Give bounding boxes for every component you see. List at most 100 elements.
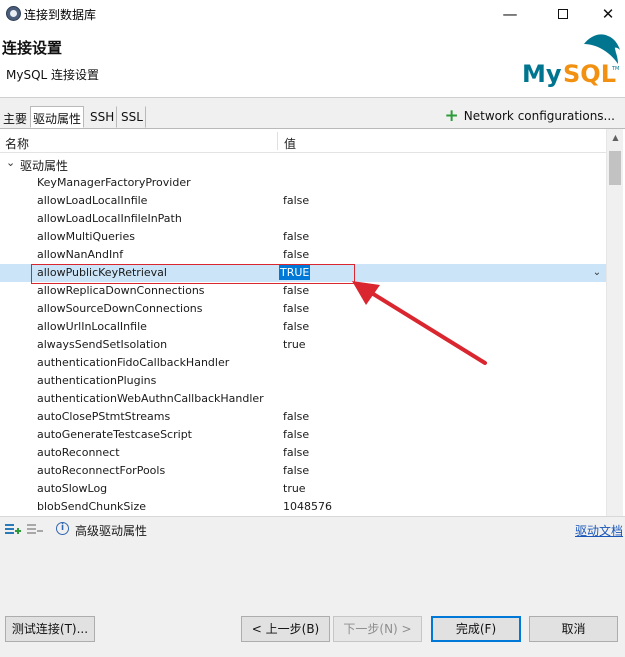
- column-divider[interactable]: [277, 132, 278, 150]
- table-row[interactable]: allowNanAndInf false: [0, 246, 606, 264]
- property-name: autoGenerateTestcaseScript: [37, 428, 192, 441]
- scroll-thumb[interactable]: [609, 151, 621, 185]
- table-row[interactable]: autoGenerateTestcaseScript false: [0, 426, 606, 444]
- property-value-editor[interactable]: TRUE: [279, 265, 311, 280]
- property-rows: KeyManagerFactoryProvider allowLoadLocal…: [0, 174, 606, 516]
- annotation-arrow: [352, 281, 487, 365]
- property-name: allowUrlInLocalInfile: [37, 320, 147, 333]
- table-row[interactable]: allowLoadLocalInfileInPath: [0, 210, 606, 228]
- table-row[interactable]: allowUrlInLocalInfile false: [0, 318, 606, 336]
- property-name: autoReconnect: [37, 446, 120, 459]
- maximize-button[interactable]: [540, 0, 586, 28]
- property-name: allowNanAndInf: [37, 248, 124, 261]
- table-row[interactable]: allowMultiQueries false: [0, 228, 606, 246]
- property-value[interactable]: false: [283, 410, 309, 423]
- property-name: authenticationFidoCallbackHandler: [37, 356, 230, 369]
- table-row[interactable]: autoClosePStmtStreams false: [0, 408, 606, 426]
- property-value[interactable]: 1048576: [283, 500, 332, 513]
- property-value[interactable]: false: [283, 428, 309, 441]
- property-name: autoSlowLog: [37, 482, 108, 495]
- mysql-logo: My SQL TM: [522, 34, 620, 88]
- table-row[interactable]: blobSendChunkSize 1048576: [0, 498, 606, 516]
- property-name: authenticationPlugins: [37, 374, 157, 387]
- test-connection-button[interactable]: 测试连接(T)...: [5, 616, 95, 642]
- tab-driver-properties[interactable]: 驱动属性: [30, 106, 85, 128]
- driver-documentation-link[interactable]: 驱动文档: [575, 522, 623, 539]
- maximize-icon: [558, 9, 568, 19]
- property-name: allowPublicKeyRetrieval: [37, 266, 167, 279]
- property-name: autoReconnectForPools: [37, 464, 166, 477]
- info-icon: i: [56, 522, 69, 535]
- property-name: KeyManagerFactoryProvider: [37, 176, 191, 189]
- property-name: allowLoadLocalInfileInPath: [37, 212, 182, 225]
- connection-settings-header: 连接设置 MySQL 连接设置 My SQL TM: [0, 28, 625, 98]
- table-row[interactable]: authenticationPlugins: [0, 372, 606, 390]
- scroll-up-icon[interactable]: ▲: [607, 129, 624, 146]
- property-value[interactable]: false: [283, 230, 309, 243]
- add-property-icon[interactable]: [4, 521, 22, 537]
- property-value[interactable]: false: [283, 194, 309, 207]
- property-name: allowReplicaDownConnections: [37, 284, 205, 297]
- network-configurations-button[interactable]: + Network configurations...: [444, 106, 615, 126]
- table-row-selected[interactable]: allowPublicKeyRetrieval TRUE ⌄: [0, 264, 606, 284]
- table-row[interactable]: alwaysSendSetIsolation true: [0, 336, 606, 354]
- minimize-icon: —: [502, 5, 518, 23]
- app-icon: [6, 6, 21, 21]
- cancel-button[interactable]: 取消: [529, 616, 618, 642]
- table-row[interactable]: autoReconnect false: [0, 444, 606, 462]
- mysql-logo-tm: TM: [611, 66, 619, 72]
- property-name: allowSourceDownConnections: [37, 302, 203, 315]
- property-name: allowMultiQueries: [37, 230, 135, 243]
- table-row[interactable]: allowReplicaDownConnections false: [0, 282, 606, 300]
- driver-properties-panel: 名称 值 ⌄ 驱动属性 KeyManagerFactoryProvider al…: [0, 128, 625, 517]
- tab-ssh[interactable]: SSH: [87, 106, 118, 128]
- minimize-button[interactable]: —: [487, 0, 533, 28]
- title-bar: 连接到数据库 — ✕: [0, 0, 625, 28]
- property-value[interactable]: false: [283, 248, 309, 261]
- table-row[interactable]: authenticationFidoCallbackHandler: [0, 354, 606, 372]
- property-value[interactable]: false: [283, 320, 309, 333]
- advanced-driver-properties-label: 高级驱动属性: [75, 524, 148, 538]
- column-header-name[interactable]: 名称: [5, 135, 29, 152]
- dialog-footer: 测试连接(T)... < 上一步(B) 下一步(N) > 完成(F) 取消: [0, 540, 625, 657]
- chevron-down-icon[interactable]: ⌄: [590, 265, 604, 281]
- property-name: allowLoadLocalInfile: [37, 194, 148, 207]
- property-value[interactable]: true: [283, 338, 306, 351]
- mysql-logo-my: My: [522, 60, 562, 88]
- property-name: alwaysSendSetIsolation: [37, 338, 168, 351]
- table-row[interactable]: KeyManagerFactoryProvider: [0, 174, 606, 192]
- properties-toolbar: i 高级驱动属性 驱动文档: [0, 516, 625, 540]
- column-header-value[interactable]: 值: [284, 135, 296, 152]
- mysql-logo-sql: SQL: [563, 60, 616, 88]
- group-label: 驱动属性: [20, 159, 69, 173]
- table-row[interactable]: allowLoadLocalInfile false: [0, 192, 606, 210]
- property-name: autoClosePStmtStreams: [37, 410, 171, 423]
- vertical-scrollbar[interactable]: ▲: [606, 129, 623, 517]
- close-icon: ✕: [601, 5, 615, 23]
- table-row[interactable]: autoSlowLog true: [0, 480, 606, 498]
- tabs-row: 主要 驱动属性 SSH SSL + Network configurations…: [0, 104, 625, 128]
- property-value[interactable]: false: [283, 446, 309, 459]
- property-name: blobSendChunkSize: [37, 500, 147, 513]
- property-name: authenticationWebAuthnCallbackHandler: [37, 392, 264, 405]
- remove-property-icon[interactable]: [26, 521, 44, 537]
- tab-main[interactable]: 主要: [0, 106, 30, 128]
- property-value[interactable]: false: [283, 284, 309, 297]
- table-row[interactable]: allowSourceDownConnections false: [0, 300, 606, 318]
- page-subtitle: MySQL 连接设置: [6, 68, 100, 82]
- tab-ssl[interactable]: SSL: [118, 106, 146, 128]
- close-button[interactable]: ✕: [585, 0, 625, 28]
- table-row[interactable]: autoReconnectForPools false: [0, 462, 606, 480]
- page-title: 连接设置: [2, 39, 63, 57]
- plus-icon: +: [444, 106, 459, 126]
- finish-button[interactable]: 完成(F): [431, 616, 521, 642]
- chevron-down-icon[interactable]: ⌄: [6, 156, 15, 169]
- network-configurations-label: Network configurations...: [463, 109, 615, 123]
- previous-button[interactable]: < 上一步(B): [241, 616, 330, 642]
- table-row[interactable]: authenticationWebAuthnCallbackHandler: [0, 390, 606, 408]
- window-title: 连接到数据库: [24, 8, 97, 22]
- property-value[interactable]: false: [283, 302, 309, 315]
- table-header: 名称 值: [0, 129, 606, 153]
- property-value[interactable]: false: [283, 464, 309, 477]
- property-value[interactable]: true: [283, 482, 306, 495]
